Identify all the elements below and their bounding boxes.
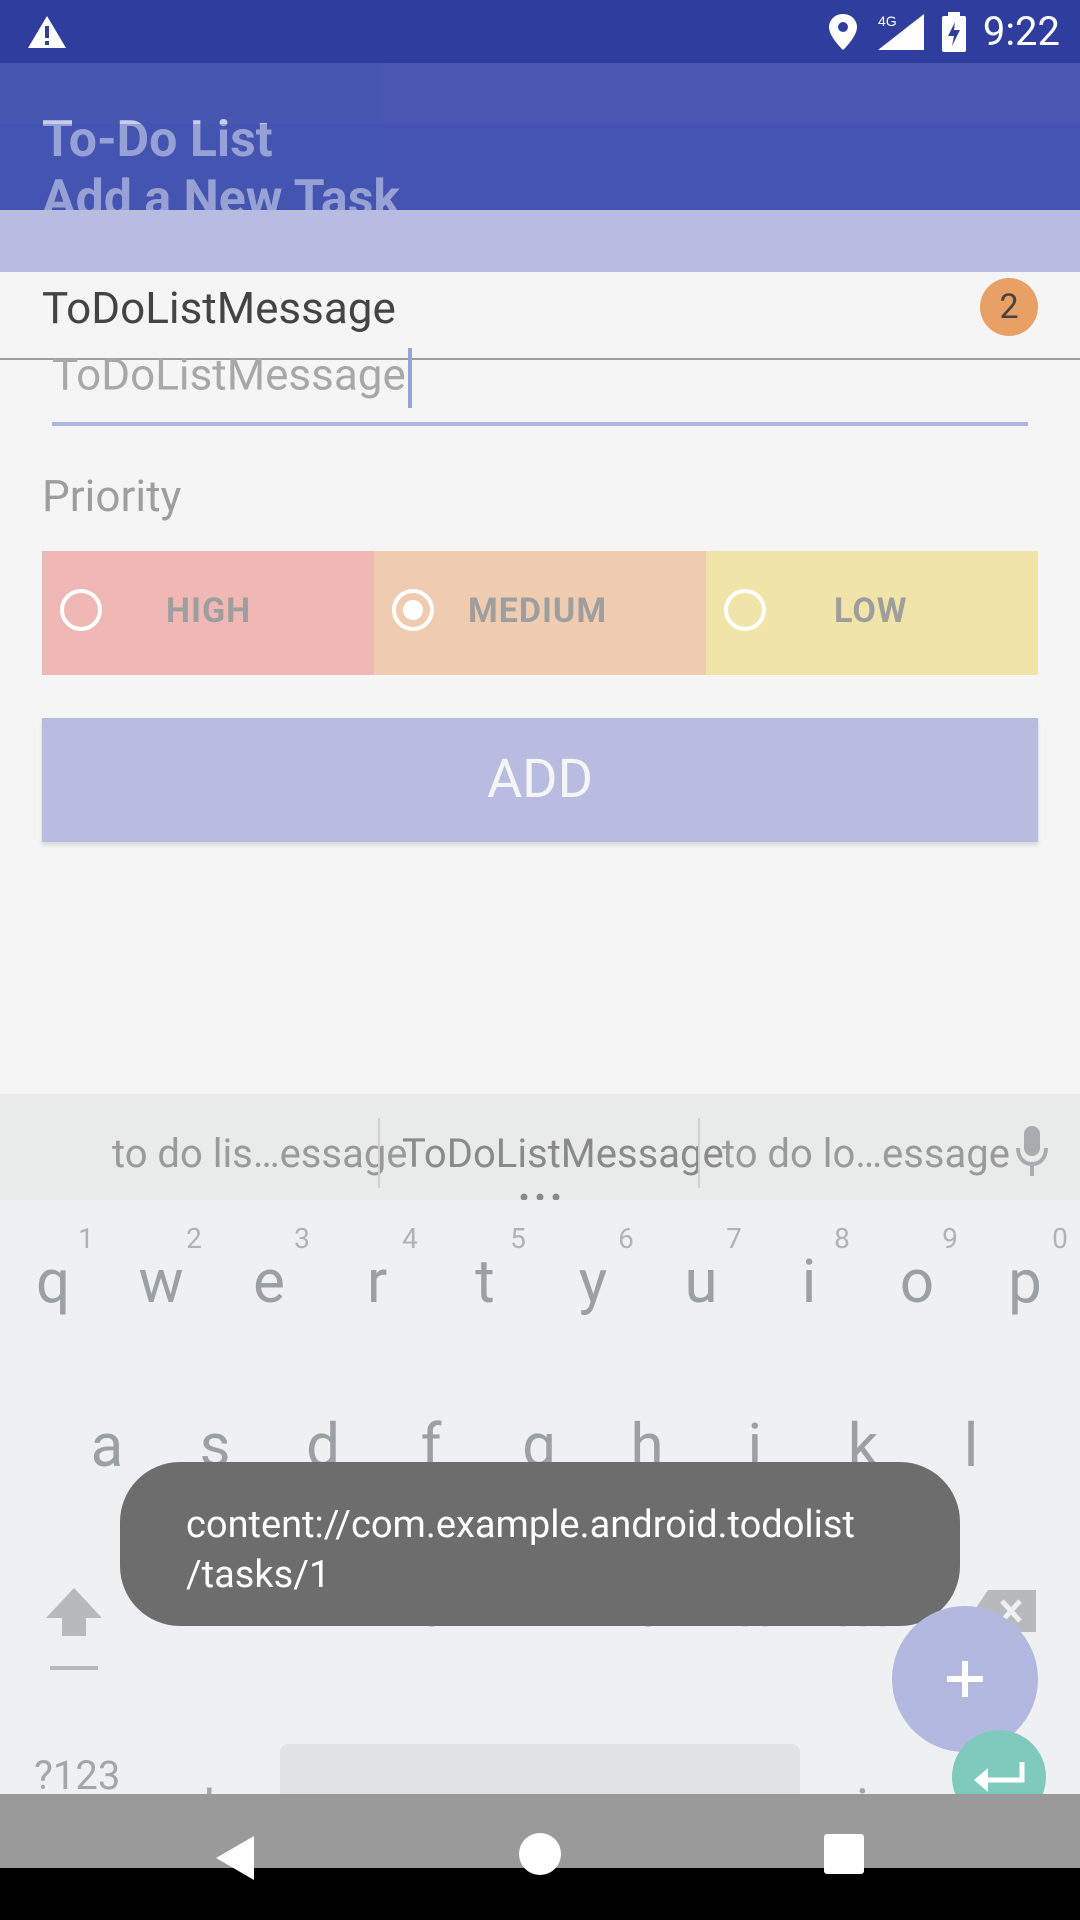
key-l[interactable]: l — [926, 1410, 1016, 1481]
suggestion-item[interactable]: ToDoListMessage — [402, 1130, 724, 1177]
clock: 9:22 — [982, 8, 1060, 55]
key-w[interactable]: w — [116, 1246, 206, 1317]
warning-icon — [28, 16, 66, 48]
plus-icon — [947, 1661, 983, 1697]
priority-high-radio[interactable]: HIGH — [42, 551, 374, 675]
suggestion-bar: to do lis…essage ToDoListMessage to do l… — [0, 1094, 1080, 1201]
toast-text: content://com.example.android.todolist /… — [186, 1503, 855, 1597]
key-o[interactable]: o — [872, 1246, 962, 1317]
symbols-key[interactable]: ?123 — [34, 1752, 120, 1799]
key-e[interactable]: e — [224, 1246, 314, 1317]
divider — [378, 1118, 380, 1188]
key-r[interactable]: r — [332, 1246, 422, 1317]
suggestion-item[interactable]: to do lis…essage — [112, 1130, 408, 1177]
key-y[interactable]: y — [548, 1246, 638, 1317]
microphone-icon[interactable] — [1012, 1124, 1052, 1180]
priority-medium-radio[interactable]: MEDIUM — [374, 551, 706, 675]
add-button[interactable]: ADD — [42, 718, 1038, 842]
add-task-fab[interactable] — [892, 1606, 1038, 1752]
status-bar: 4G 9:22 — [0, 0, 1080, 63]
more-suggestions-icon[interactable] — [518, 1186, 562, 1201]
svg-text:4G: 4G — [878, 13, 897, 29]
toast-message: content://com.example.android.todolist /… — [120, 1462, 960, 1626]
recents-icon[interactable] — [824, 1834, 864, 1874]
navigation-bar — [0, 1794, 1080, 1920]
location-icon — [829, 14, 857, 50]
battery-icon — [942, 12, 966, 52]
priority-label: Priority — [42, 470, 182, 522]
task-description: ToDoListMessage — [42, 282, 396, 334]
priority-option-label: HIGH — [166, 591, 252, 631]
home-icon[interactable] — [518, 1832, 562, 1876]
priority-option-label: LOW — [834, 591, 908, 631]
key-u[interactable]: u — [656, 1246, 746, 1317]
key-a[interactable]: a — [62, 1410, 152, 1481]
task-description-input[interactable]: ToDoListMessage — [52, 338, 1028, 426]
key-p[interactable]: p — [980, 1246, 1070, 1317]
key-t[interactable]: t — [440, 1246, 530, 1317]
suggestion-item[interactable]: to do lo…essage — [722, 1130, 1010, 1177]
key-i[interactable]: i — [764, 1246, 854, 1317]
signal-icon: 4G — [878, 13, 924, 50]
priority-badge: 2 — [980, 278, 1038, 336]
priority-option-label: MEDIUM — [468, 591, 608, 631]
radio-circle-icon — [60, 589, 102, 631]
toolbar-extension — [0, 210, 1080, 272]
radio-checked-icon — [392, 589, 434, 631]
radio-circle-icon — [724, 589, 766, 631]
back-icon[interactable] — [212, 1834, 258, 1882]
divider — [698, 1118, 700, 1188]
shift-icon[interactable] — [42, 1584, 106, 1676]
text-cursor — [407, 348, 412, 408]
priority-low-radio[interactable]: LOW — [706, 551, 1038, 675]
input-value: ToDoListMessage — [52, 348, 412, 408]
enter-arrow-icon — [974, 1762, 1025, 1792]
key-q[interactable]: q — [8, 1246, 98, 1317]
